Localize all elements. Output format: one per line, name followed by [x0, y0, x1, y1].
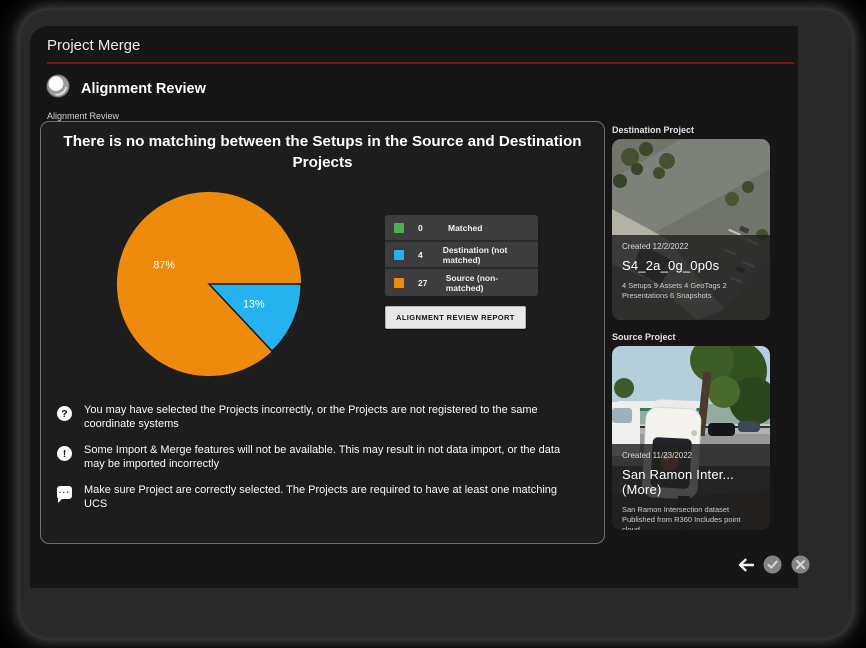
destination-project-label: Destination Project	[612, 125, 694, 135]
destination-swatch	[394, 250, 404, 260]
note-coordinate-systems: ? You may have selected the Projects inc…	[57, 403, 572, 431]
notes-list: ? You may have selected the Projects inc…	[57, 403, 572, 523]
comment-bubble-icon: ···	[57, 486, 72, 499]
source-card-overlay: Created 11/23/2022 San Ramon Inter... (M…	[612, 444, 770, 530]
back-arrow-icon[interactable]	[736, 558, 754, 572]
exclamation-mark-icon: !	[57, 446, 72, 461]
source-created-date: Created 11/23/2022	[622, 451, 760, 460]
source-count: 27	[418, 278, 446, 288]
source-label: Source (non-matched)	[446, 273, 529, 293]
matched-count: 0	[418, 223, 448, 233]
question-mark-icon: ?	[57, 406, 72, 421]
chart-legend: 0 Matched 4 Destination (not matched) 27…	[385, 215, 538, 296]
red-divider	[47, 62, 794, 64]
legend-row-matched: 0 Matched	[385, 215, 538, 242]
close-x-icon[interactable]	[791, 555, 810, 574]
destination-label: Destination (not matched)	[443, 245, 529, 265]
source-project-title[interactable]: San Ramon Inter... (More)	[622, 467, 760, 497]
alignment-review-report-button[interactable]: ALIGNMENT REVIEW REPORT	[385, 306, 526, 329]
destination-card-overlay: Created 12/2/2022 S4_2a_0g_0p0s 4 Setups…	[612, 235, 770, 320]
note-import-merge: ! Some Import & Merge features will not …	[57, 443, 572, 471]
dialog-footer-actions	[736, 555, 810, 574]
alignment-review-icon	[46, 74, 70, 103]
project-merge-dialog: Project Merge Alignment Review Alignment…	[30, 26, 798, 588]
confirm-check-icon[interactable]	[763, 555, 782, 574]
destination-project-stats: 4 Setups 9 Assets 4 GeoTags 2 Presentati…	[622, 281, 760, 301]
chart-title: There is no matching between the Setups …	[63, 131, 582, 173]
alignment-review-panel: There is no matching between the Setups …	[40, 121, 605, 544]
destination-created-date: Created 12/2/2022	[622, 242, 760, 251]
legend-row-destination: 4 Destination (not matched)	[385, 242, 538, 269]
setups-pie-chart: 87% 13%	[111, 186, 307, 382]
svg-text:87%: 87%	[153, 260, 175, 272]
matched-label: Matched	[448, 223, 482, 233]
screen-background: Project Merge Alignment Review Alignment…	[0, 0, 866, 648]
dialog-title: Project Merge	[47, 37, 140, 54]
legend-row-source: 27 Source (non-matched)	[385, 269, 538, 296]
alignment-review-field-label: Alignment Review	[47, 111, 119, 121]
app-window: Project Merge Alignment Review Alignment…	[20, 10, 852, 638]
matched-swatch	[394, 223, 404, 233]
source-project-card[interactable]: Created 11/23/2022 San Ramon Inter... (M…	[612, 346, 770, 530]
source-swatch	[394, 278, 404, 288]
destination-count: 4	[418, 250, 443, 260]
source-project-label: Source Project	[612, 332, 676, 342]
svg-text:13%: 13%	[243, 298, 265, 310]
destination-project-title: S4_2a_0g_0p0s	[622, 258, 760, 273]
note-matching-ucs: ··· Make sure Project are correctly sele…	[57, 483, 572, 511]
destination-project-card[interactable]: Created 12/2/2022 S4_2a_0g_0p0s 4 Setups…	[612, 139, 770, 320]
section-title: Alignment Review	[81, 81, 206, 97]
source-project-description: San Ramon Intersection dataset Published…	[622, 505, 760, 530]
